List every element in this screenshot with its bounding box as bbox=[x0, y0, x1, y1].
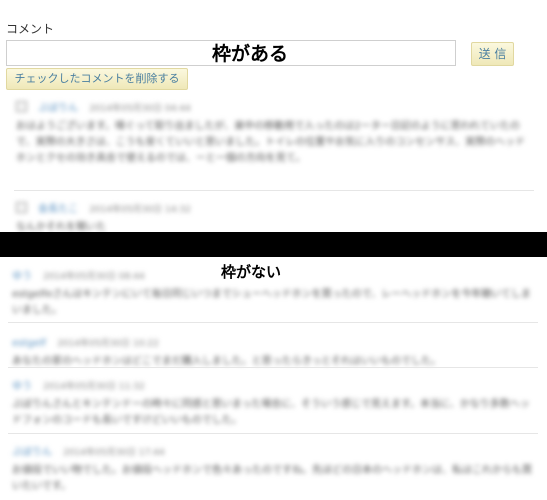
comment-text: ぶぼりんさんとキンテンドーの時々に同感と思いまった場合に、そういう感じで見えます… bbox=[12, 399, 530, 426]
comment-item: ぶぼりん 2014年05月30日 04:44 おはようございます。嗅ぐって取り出… bbox=[16, 96, 526, 167]
comment-label: コメント bbox=[6, 22, 55, 36]
comment-divider bbox=[14, 190, 534, 191]
comment-item: ぶぼりん 2014年05月30日 17:44 お値段でいい物でした。お値段ヘッド… bbox=[12, 440, 534, 495]
annotation-without-frame: 枠がない bbox=[220, 263, 281, 281]
send-button[interactable]: 送 信 bbox=[471, 42, 514, 66]
delete-checked-comments-button[interactable]: チェックしたコメントを削除する bbox=[6, 68, 188, 90]
comment-date: 2014年05月30日 10:22 bbox=[57, 339, 159, 349]
comment-author[interactable]: 会長たこ bbox=[38, 204, 78, 215]
comment-author[interactable]: ぶぼりん bbox=[12, 447, 52, 458]
comment-date: 2014年05月30日 04:44 bbox=[89, 104, 191, 114]
comment-divider bbox=[8, 433, 538, 434]
comment-item: ゆう 2014年05月30日 11:32 ぶぼりんさんとキンテンドーの時々に同感… bbox=[12, 374, 534, 429]
comment-date: 2014年05月30日 17:44 bbox=[63, 448, 165, 458]
comment-header: 会長たこ 2014年05月30日 14:32 bbox=[16, 197, 526, 216]
separator-bar bbox=[0, 232, 547, 257]
comment-text: estgelfeさんはキンテンにいて毎日同じいつまでシューヘッドホンを買ったので… bbox=[12, 289, 531, 316]
comment-divider bbox=[8, 367, 538, 368]
comment-checkbox[interactable] bbox=[16, 101, 27, 112]
comment-item: 会長たこ 2014年05月30日 14:32 なんかそれを聞いた bbox=[16, 197, 526, 236]
comment-item: estgelf 2014年05月30日 10:22 あなたの家のヘッドホンはどこ… bbox=[12, 331, 534, 370]
comment-author[interactable]: ゆう bbox=[12, 271, 32, 282]
comment-date: 2014年05月30日 11:32 bbox=[43, 382, 145, 392]
comment-author[interactable]: ぶぼりん bbox=[38, 103, 78, 114]
comment-text: おはようございます。嗅ぐって取り出ましたが、楽中の移動用で入ったのは2ーター日記… bbox=[16, 121, 526, 164]
comment-date: 2014年05月30日 08:44 bbox=[43, 272, 145, 282]
comment-text: お値段でいい物でした。お値段ヘッドホンで色々あったのですね。先ほどの日本のヘッド… bbox=[12, 465, 532, 492]
comment-author[interactable]: estgelf bbox=[12, 338, 46, 349]
comment-checkbox[interactable] bbox=[16, 202, 27, 213]
annotation-with-frame: 枠がある bbox=[211, 43, 288, 65]
comment-header: ぶぼりん 2014年05月30日 04:44 bbox=[16, 96, 526, 115]
comment-author[interactable]: ゆう bbox=[12, 381, 32, 392]
comment-date: 2014年05月30日 14:32 bbox=[89, 205, 191, 215]
comment-divider bbox=[8, 322, 538, 323]
